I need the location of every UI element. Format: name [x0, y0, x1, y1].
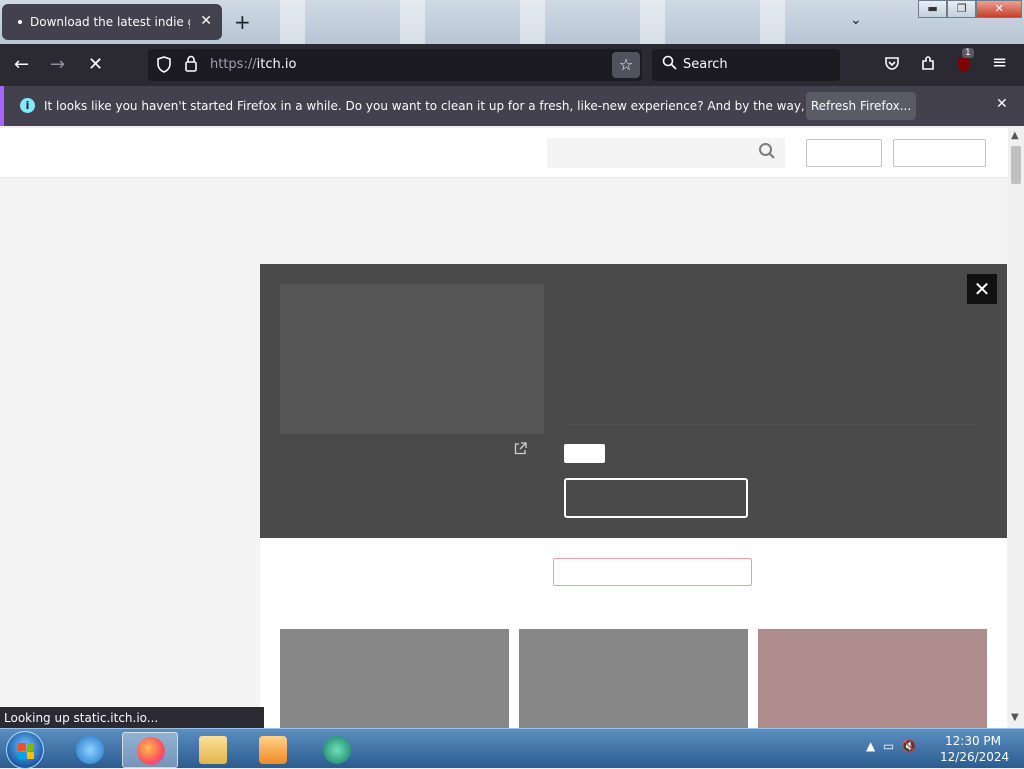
internet-explorer-icon[interactable] [62, 732, 118, 768]
url-scheme: https:// [210, 57, 257, 72]
scroll-thumb[interactable] [1011, 146, 1021, 184]
menu-icon[interactable]: ≡ [992, 52, 1007, 73]
clock-date: 12/26/2024 [940, 750, 1010, 764]
notification-bar: i It looks like you haven't started Fire… [0, 86, 1024, 126]
media-logo [259, 736, 287, 764]
site-search-input[interactable] [547, 138, 785, 168]
forward-button[interactable]: → [50, 54, 65, 75]
refresh-firefox-button[interactable]: Refresh Firefox... [806, 92, 916, 120]
site-search-icon[interactable] [758, 142, 776, 165]
firefox-icon[interactable] [122, 732, 178, 768]
back-button[interactable]: ← [14, 54, 29, 75]
stop-button[interactable]: ✕ [88, 54, 103, 75]
browser-tab[interactable]: Download the latest indie games ✕ [2, 4, 222, 40]
app-icon[interactable] [309, 732, 365, 768]
extension-badge: 1 [962, 48, 974, 58]
app-logo [323, 736, 351, 764]
notification-message: It looks like you haven't started Firefo… [44, 99, 900, 113]
window-controls: ▬ ❐ ✕ [918, 0, 1022, 20]
page-scrollbar[interactable]: ▲ ▼ [1008, 128, 1024, 728]
url-host: itch.io [256, 57, 297, 72]
web-page: ✕ [0, 128, 1008, 728]
close-window-button[interactable]: ✕ [976, 0, 1022, 18]
address-bar[interactable]: https://itch.io ☆ [148, 49, 642, 81]
lock-icon[interactable] [184, 55, 198, 76]
folder-logo [199, 736, 227, 764]
firefox-logo [137, 737, 165, 765]
url-text[interactable]: https://itch.io [210, 57, 296, 72]
game-modal: ✕ [260, 264, 1007, 538]
tray-icons[interactable]: ▲ ▭ 🔇 [866, 739, 917, 753]
search-placeholder: Search [683, 57, 728, 72]
game-card[interactable] [280, 629, 509, 728]
notification-close-icon[interactable]: ✕ [996, 96, 1008, 112]
show-hidden-icons[interactable]: ▲ [866, 739, 875, 753]
clock[interactable]: 12:30 PM 12/26/2024 [940, 733, 1010, 765]
search-icon [662, 55, 677, 74]
clock-time: 12:30 PM [945, 734, 1001, 748]
search-bar[interactable]: Search [652, 49, 840, 81]
game-card[interactable] [519, 629, 748, 728]
status-text: Looking up static.itch.io... [0, 707, 264, 729]
tracking-protection-icon[interactable] [156, 56, 172, 77]
ie-logo [76, 736, 104, 764]
pocket-icon[interactable] [884, 55, 900, 76]
extensions-icon[interactable] [920, 55, 937, 77]
list-all-tabs-icon[interactable]: ⌄ [850, 12, 862, 28]
new-tab-button[interactable]: + [234, 10, 251, 34]
navigation-toolbar: ← → ✕ https://itch.io ☆ Search 1 ≡ [0, 44, 1024, 86]
external-link-icon[interactable] [514, 442, 527, 459]
maximize-button[interactable]: ❐ [947, 0, 977, 18]
modal-close-button[interactable]: ✕ [967, 274, 997, 304]
header-button[interactable] [806, 139, 882, 167]
desktop-background [230, 0, 840, 44]
game-card[interactable] [758, 629, 987, 728]
scroll-down-icon[interactable]: ▼ [1011, 712, 1019, 723]
scroll-up-icon[interactable]: ▲ [1011, 130, 1019, 141]
content-area [260, 538, 1007, 728]
modal-action-button[interactable] [564, 478, 748, 518]
taskbar: ▲ ▭ 🔇 12:30 PM 12/26/2024 [0, 728, 1024, 769]
game-tag [564, 444, 605, 463]
header-button[interactable] [893, 139, 986, 167]
bookmark-star-button[interactable]: ☆ [612, 52, 640, 78]
windows-logo-icon [18, 743, 34, 759]
tab-close-icon[interactable]: ✕ [200, 13, 212, 29]
info-icon: i [20, 98, 35, 113]
loading-dot-icon [18, 20, 22, 24]
file-explorer-icon[interactable] [185, 732, 241, 768]
divider [564, 424, 978, 425]
minimize-button[interactable]: ▬ [918, 0, 948, 18]
start-button[interactable] [6, 731, 44, 769]
media-player-icon[interactable] [245, 732, 301, 768]
content-button[interactable] [553, 558, 752, 586]
tab-title: Download the latest indie games [30, 15, 190, 29]
game-cover-image[interactable] [280, 284, 544, 434]
ublock-icon[interactable] [956, 56, 972, 78]
tab-strip: Download the latest indie games ✕ + ⌄ ▬ … [0, 0, 1024, 44]
site-header [0, 128, 1008, 178]
